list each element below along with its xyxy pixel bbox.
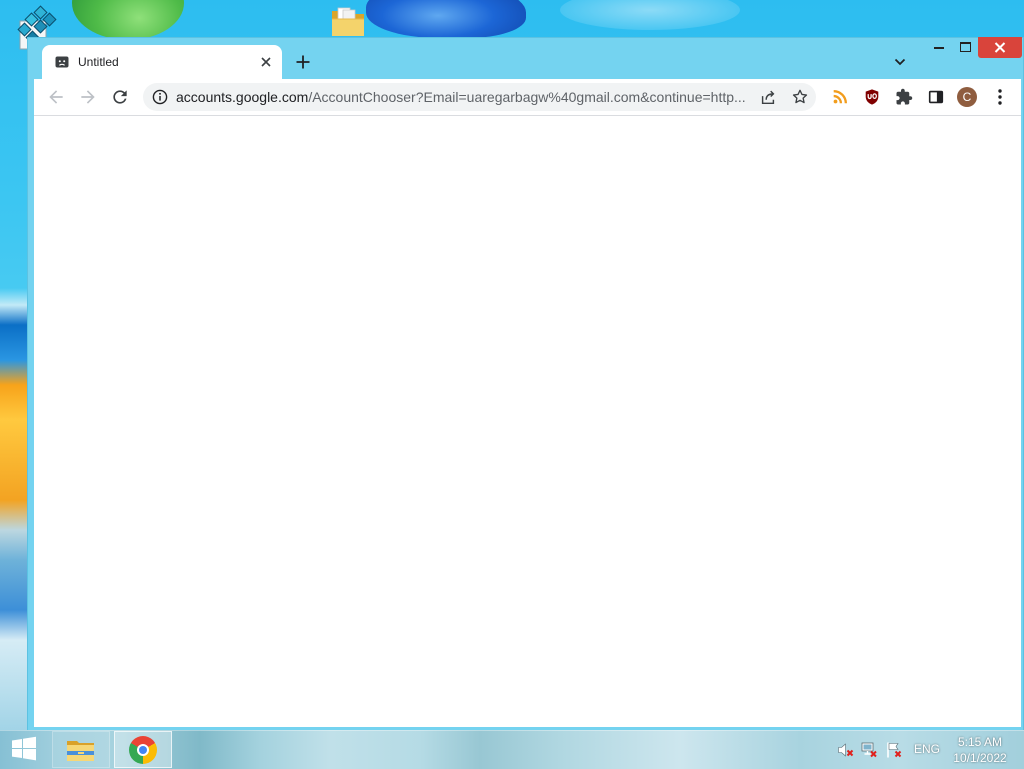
reload-icon	[113, 90, 127, 104]
taskbar-chrome[interactable]	[114, 731, 172, 768]
chrome-menu-button[interactable]	[990, 87, 1010, 107]
tray-clock[interactable]: 5:15 AM 10/1/2022	[948, 734, 1012, 768]
clock-date: 10/1/2022	[953, 751, 1007, 765]
profile-avatar[interactable]: C	[957, 87, 977, 107]
arrow-left-icon	[49, 90, 63, 104]
clock-time: 5:15 AM	[957, 735, 1003, 749]
minimize-icon	[934, 47, 944, 49]
volume-muted-icon[interactable]	[837, 741, 855, 759]
tab-title: Untitled	[78, 55, 119, 69]
tab-search-button[interactable]	[890, 52, 910, 72]
ublock-origin-extension[interactable]	[862, 87, 882, 107]
browser-toolbar: accounts.google.com/AccountChooser?Email…	[34, 79, 1021, 116]
back-button[interactable]	[44, 85, 68, 109]
info-icon[interactable]	[152, 89, 168, 105]
taskbar: ENG 5:15 AM 10/1/2022	[0, 730, 1024, 769]
page-content[interactable]	[34, 116, 1021, 727]
action-center-flag-icon[interactable]	[885, 741, 903, 759]
start-button[interactable]	[10, 736, 38, 762]
side-panel-button[interactable]	[926, 87, 946, 107]
extensions-button[interactable]	[894, 87, 914, 107]
ublock-origin-icon	[865, 89, 879, 105]
close-icon	[994, 42, 1006, 53]
kebab-menu-icon	[998, 89, 1002, 105]
url-text[interactable]: accounts.google.com/AccountChooser?Email…	[176, 83, 748, 111]
star-icon	[792, 89, 808, 104]
url-host: accounts.google.com	[176, 89, 309, 105]
folder-icon[interactable]	[330, 6, 366, 38]
arrow-right-icon	[81, 90, 95, 104]
windows-logo-icon	[12, 736, 36, 761]
share-button[interactable]	[758, 87, 778, 107]
chrome-icon	[129, 735, 157, 764]
url-path: /AccountChooser?Email=uaregarbagw%40gmai…	[308, 89, 746, 105]
new-tab-button[interactable]	[293, 52, 313, 72]
browser-tab[interactable]: Untitled	[42, 45, 282, 79]
forward-button[interactable]	[76, 85, 100, 109]
reload-button[interactable]	[108, 85, 132, 109]
taskbar-file-explorer[interactable]	[52, 731, 110, 768]
rss-feed-icon	[833, 89, 848, 104]
bookmark-button[interactable]	[790, 87, 810, 107]
side-panel-icon	[928, 90, 944, 104]
chevron-down-icon	[894, 58, 906, 66]
input-language-indicator[interactable]: ENG	[910, 742, 944, 756]
plus-icon	[296, 55, 310, 69]
sad-page-icon	[54, 54, 70, 70]
share-icon	[761, 90, 775, 105]
file-explorer-icon	[67, 740, 94, 761]
network-disconnected-icon[interactable]	[860, 741, 878, 759]
close-window-button[interactable]	[978, 37, 1022, 58]
rss-feed-extension[interactable]	[830, 87, 850, 107]
tab-close-icon[interactable]	[258, 54, 274, 70]
maximize-icon	[960, 42, 971, 52]
maximize-button[interactable]	[952, 37, 978, 57]
puzzle-icon	[896, 88, 913, 105]
address-bar[interactable]: accounts.google.com/AccountChooser?Email…	[143, 83, 816, 111]
minimize-button[interactable]	[926, 37, 952, 57]
